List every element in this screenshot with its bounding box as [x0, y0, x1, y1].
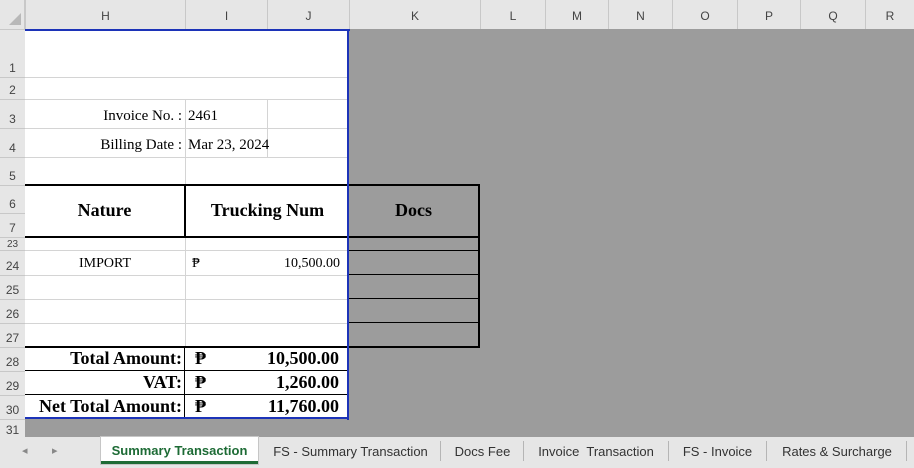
table-border — [349, 346, 480, 348]
net-total-label: Net Total Amount: — [38, 396, 182, 416]
row-number: 3 — [9, 112, 16, 126]
gridline — [25, 77, 349, 78]
gridline — [25, 128, 349, 129]
column-header-l[interactable]: L — [480, 0, 545, 29]
row-header-29[interactable]: 29 — [0, 371, 25, 395]
net-total-value[interactable]: 11,760.00 — [200, 396, 339, 417]
tab-scroll-next-button[interactable]: ▸ — [52, 444, 58, 457]
row-header-7[interactable]: 7 — [0, 213, 25, 237]
table-border — [349, 250, 480, 251]
row-header-3[interactable]: 3 — [0, 99, 25, 128]
row-header-24[interactable]: 24 — [0, 250, 25, 275]
total-amount-value[interactable]: 10,500.00 — [200, 348, 339, 369]
row-header-30[interactable]: 30 — [0, 395, 25, 419]
select-all-corner[interactable] — [0, 0, 25, 29]
selection-border-right — [347, 29, 349, 420]
row-number: 27 — [5, 331, 20, 345]
column-header-r[interactable]: R — [865, 0, 914, 29]
column-header-p[interactable]: P — [737, 0, 800, 29]
billing-date-label: Billing Date : — [100, 137, 182, 153]
row-header-4[interactable]: 4 — [0, 128, 25, 157]
tab-docs-fee[interactable]: Docs Fee — [441, 437, 524, 465]
column-header-n[interactable]: N — [608, 0, 672, 29]
row-header-6[interactable]: 6 — [0, 185, 25, 213]
cell-trucking-amount[interactable]: 10,500.00 — [200, 256, 340, 272]
row-number: 23 — [6, 239, 19, 250]
tab-invoice-transaction[interactable]: Invoice Transaction — [524, 437, 668, 465]
row-header-28[interactable]: 28 — [0, 347, 25, 371]
gridline — [25, 250, 349, 251]
total-amount-label: Total Amount: — [70, 348, 182, 368]
row-header-27[interactable]: 27 — [0, 323, 25, 347]
cell-nature[interactable]: IMPORT — [25, 256, 185, 272]
row-header-1[interactable]: 1 — [0, 29, 25, 77]
tab-summary-transaction[interactable]: Summary Transaction — [101, 437, 258, 464]
column-header-m[interactable]: M — [545, 0, 608, 29]
select-all-triangle-icon — [9, 13, 21, 25]
selection-border-top — [25, 29, 350, 31]
column-header-o[interactable]: O — [672, 0, 737, 29]
gridline — [25, 275, 349, 276]
totals-border — [25, 394, 349, 395]
tab-separator — [906, 441, 907, 461]
row-header-5[interactable]: 5 — [0, 157, 25, 185]
invoice-no-value[interactable]: 2461 — [188, 108, 218, 125]
row-number: 30 — [5, 403, 20, 417]
totals-border — [25, 370, 349, 371]
row-number: 7 — [9, 221, 16, 235]
row-number: 29 — [5, 379, 20, 393]
header-trucking-num: Trucking Num — [210, 200, 325, 220]
tab-fs-summary-transaction[interactable]: FS - Summary Transaction — [262, 437, 439, 465]
row-header-2[interactable]: 2 — [0, 77, 25, 99]
invoice-no-label: Invoice No. : — [103, 108, 182, 124]
table-border — [25, 184, 480, 186]
tab-fs-invoice[interactable]: FS - Invoice — [669, 437, 766, 465]
row-header-31[interactable]: 31 — [0, 419, 25, 437]
header-nature: Nature — [77, 200, 132, 220]
tab-scroll-prev-button[interactable]: ◂ — [22, 444, 28, 457]
header-docs: Docs — [395, 200, 432, 220]
table-border — [25, 236, 480, 238]
row-number: 5 — [9, 169, 16, 183]
gridline — [185, 99, 186, 185]
row-header-26[interactable]: 26 — [0, 299, 25, 323]
vat-label: VAT: — [142, 372, 182, 392]
gridline — [25, 99, 349, 100]
gridline — [185, 237, 186, 347]
row-number: 26 — [5, 307, 20, 321]
row-header-23[interactable]: 23 — [0, 237, 25, 250]
tab-rates-surcharge[interactable]: Rates & Surcharge — [767, 437, 907, 465]
table-border — [349, 274, 480, 275]
table-border — [349, 322, 480, 323]
column-header-i[interactable]: I — [185, 0, 267, 29]
row-number: 2 — [9, 83, 16, 97]
tab-label: Summary Transaction — [111, 443, 248, 458]
row-number: 1 — [9, 61, 16, 75]
gridline — [25, 157, 349, 158]
totals-border — [184, 347, 185, 419]
column-header-k[interactable]: K — [349, 0, 480, 29]
row-number: 24 — [5, 259, 20, 273]
billing-date-value[interactable]: Mar 23, 2024 — [188, 137, 269, 154]
row-number: 4 — [9, 141, 16, 155]
column-header-q[interactable]: Q — [800, 0, 865, 29]
vat-value[interactable]: 1,260.00 — [200, 372, 339, 393]
column-header-j[interactable]: J — [267, 0, 349, 29]
column-header-h[interactable]: H — [25, 0, 185, 29]
cell-currency: ₱ — [192, 256, 200, 271]
gridline — [25, 323, 349, 324]
row-number: 25 — [5, 283, 20, 297]
row-number: 28 — [5, 355, 20, 369]
gridline — [25, 299, 349, 300]
row-header-25[interactable]: 25 — [0, 275, 25, 299]
row-number: 6 — [9, 197, 16, 211]
selection-border-bottom — [25, 417, 349, 419]
table-border — [349, 298, 480, 299]
row-number: 31 — [5, 423, 20, 437]
